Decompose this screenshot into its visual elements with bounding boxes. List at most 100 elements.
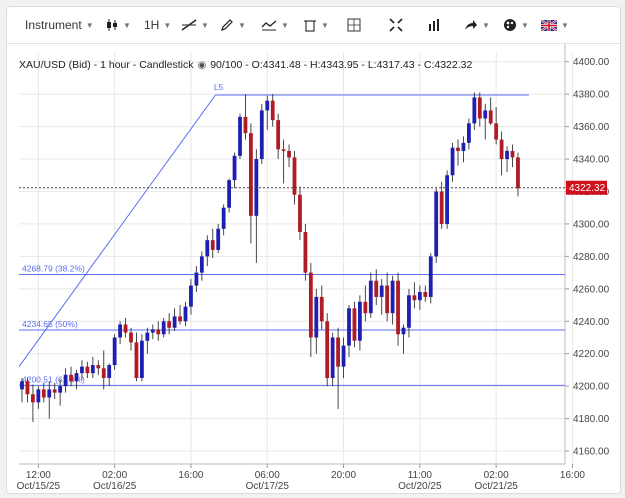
candle-up <box>467 123 471 143</box>
chevron-down-icon: ▼ <box>321 20 329 30</box>
chart-toolbar: Instrument ▼ ▼ 1H ▼ ▼ ▼ ▼ ▼ ▼ ▼ ▼ <box>7 7 620 44</box>
candle-up <box>265 100 270 111</box>
candle-up <box>401 327 406 335</box>
y-tick-label: 4380.00 <box>573 90 610 101</box>
candle-down <box>396 280 400 335</box>
last-price-label: 4322.32 <box>569 183 606 194</box>
candle-up <box>232 155 237 181</box>
eye-icon[interactable]: ◉ <box>197 60 206 71</box>
chevron-down-icon: ▼ <box>85 20 94 30</box>
delete-dropdown[interactable]: ▼ <box>303 16 329 34</box>
candle-down <box>281 149 286 151</box>
symbol-label: XAU/USD (Bid) - 1 hour - Candlestick <box>19 59 194 71</box>
candle-up <box>107 365 112 379</box>
candle-up <box>216 228 221 250</box>
chevron-down-icon: ▼ <box>561 20 569 30</box>
chevron-down-icon: ▼ <box>281 20 289 30</box>
y-tick-label: 4220.00 <box>573 349 610 360</box>
x-tick-time: 12:00 <box>26 470 51 481</box>
x-tick-date: Oct/15/25 <box>17 481 61 492</box>
y-tick-label: 4400.00 <box>573 57 610 68</box>
candle-up <box>341 345 346 367</box>
candle-up <box>80 366 84 374</box>
candle-down <box>352 308 357 341</box>
chevron-down-icon: ▼ <box>123 20 131 30</box>
candle-up <box>461 142 466 151</box>
quality-label: 90/100 <box>210 59 243 71</box>
fib-level-label: 4268.79 (38.2%) <box>22 264 85 274</box>
x-tick-time: 02:00 <box>102 470 127 481</box>
candle-down <box>101 368 106 379</box>
candle-down <box>52 389 57 393</box>
candle-up <box>472 97 477 124</box>
chart-type-dropdown[interactable]: ▼ <box>105 16 131 34</box>
volume-button[interactable] <box>428 16 442 34</box>
pencil-icon <box>221 19 233 31</box>
theme-dropdown[interactable]: ▼ <box>503 16 529 34</box>
share-dropdown[interactable]: ▼ <box>464 16 490 34</box>
y-tick-label: 4300.00 <box>573 219 610 230</box>
candle-down <box>325 321 330 379</box>
candle-down <box>499 139 504 160</box>
candle-down <box>319 296 324 322</box>
candle-down <box>276 120 281 150</box>
candle-down <box>423 292 428 297</box>
chart-widget: Instrument ▼ ▼ 1H ▼ ▼ ▼ ▼ ▼ ▼ ▼ ▼ XAU/US… <box>6 6 621 494</box>
candle-up <box>161 321 166 335</box>
candle-down <box>439 191 444 224</box>
chevron-down-icon: ▼ <box>163 20 172 30</box>
candle-up <box>379 285 384 297</box>
candle-up <box>445 175 449 224</box>
trend-line <box>18 94 216 367</box>
candle-down <box>270 100 275 121</box>
x-tick-time: 02:00 <box>484 470 509 481</box>
candle-up <box>368 280 373 314</box>
palette-icon <box>504 19 516 31</box>
fullscreen-icon <box>389 18 403 32</box>
instrument-label: Instrument <box>25 18 82 32</box>
candle-up <box>259 110 264 160</box>
y-tick-label: 4360.00 <box>573 122 610 133</box>
indicator-dropdown[interactable]: ▼ <box>261 16 289 34</box>
price-chart[interactable]: XAU/USD (Bid) - 1 hour - Candlestick ◉ 90/… <box>7 44 620 493</box>
y-tick-label: 4240.00 <box>573 317 610 328</box>
candle-up <box>205 240 210 257</box>
candle-down <box>156 329 161 335</box>
line-tool-dropdown[interactable]: ▼ <box>181 16 209 34</box>
candle-up <box>112 337 117 366</box>
trash-icon <box>304 20 316 32</box>
x-tick-time: 20:00 <box>331 470 356 481</box>
candle-up <box>20 381 24 390</box>
candle-down <box>308 272 313 338</box>
y-tick-label: 4260.00 <box>573 284 610 295</box>
crosshair-button[interactable] <box>347 16 361 34</box>
candle-up <box>194 272 199 286</box>
chart-legend: XAU/USD (Bid) - 1 hour - Candlestick ◉ 90/… <box>19 59 472 71</box>
candle-down <box>477 97 482 119</box>
timeframe-dropdown[interactable]: 1H ▼ <box>144 16 171 34</box>
candle-up <box>90 365 95 374</box>
candle-up <box>238 116 242 156</box>
candle-down <box>129 332 133 343</box>
candle-down <box>167 321 172 328</box>
x-tick-date: Oct/20/25 <box>398 481 442 492</box>
chevron-down-icon: ▼ <box>521 20 529 30</box>
candle-up <box>505 150 509 160</box>
candle-up <box>221 207 226 229</box>
candle-up <box>189 285 193 307</box>
x-tick-time: 06:00 <box>255 470 280 481</box>
candle-up <box>140 340 144 379</box>
instrument-dropdown[interactable]: Instrument ▼ <box>25 16 94 34</box>
candle-down <box>363 301 368 314</box>
candle-down <box>456 147 460 151</box>
candle-down <box>292 157 297 195</box>
candle-down <box>178 316 182 322</box>
candle-up <box>450 147 455 176</box>
ohlc-label: - O:4341.48 - H:4343.95 - L:4317.43 - C:… <box>245 59 473 71</box>
candle-down <box>249 133 253 216</box>
y-tick-label: 4340.00 <box>573 155 610 166</box>
fullscreen-button[interactable] <box>389 16 403 34</box>
y-tick-label: 4160.00 <box>573 447 610 458</box>
draw-tool-dropdown[interactable]: ▼ <box>220 16 246 34</box>
language-dropdown[interactable]: ▼ <box>541 16 569 34</box>
